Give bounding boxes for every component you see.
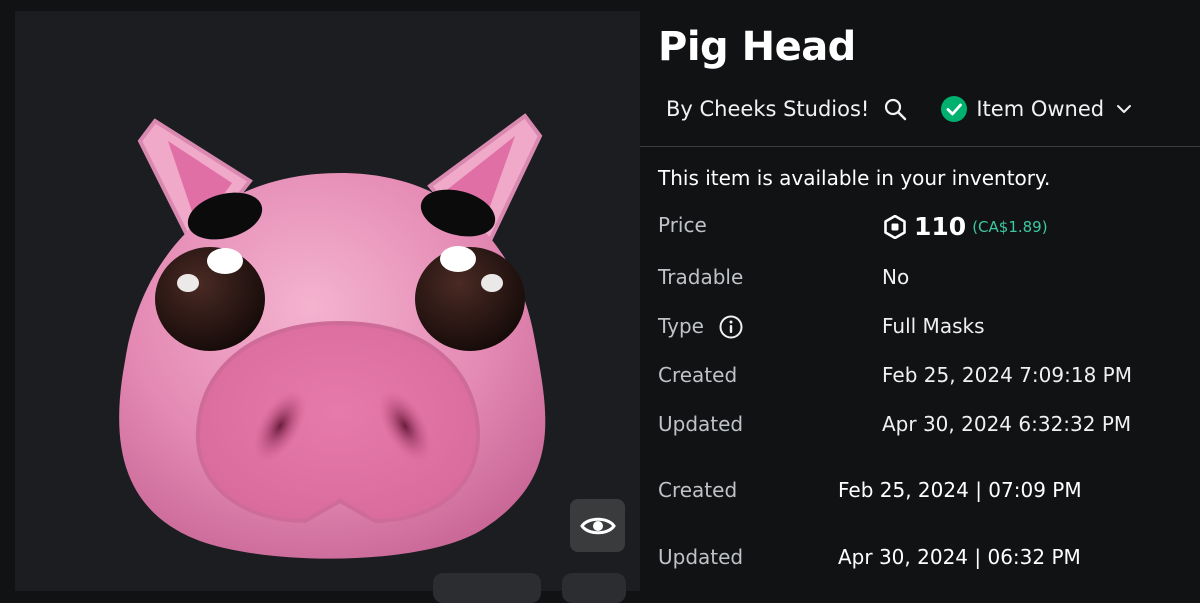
updated-label-2: Updated [658, 545, 744, 569]
view-toggle-button[interactable] [570, 499, 625, 552]
price-converted: (CA$1.89) [972, 217, 1048, 236]
price-label: Price [658, 213, 707, 237]
pig-head-image [119, 113, 546, 559]
divider [640, 146, 1200, 147]
type-value: Full Masks [882, 314, 985, 338]
item-preview [15, 11, 640, 603]
created-label: Created [658, 363, 738, 387]
creator-row: By Cheeks Studios! Item Owned [666, 92, 1132, 126]
price-amount: 110 [914, 212, 967, 241]
eye-icon [579, 514, 616, 538]
tradable-value: No [882, 265, 910, 289]
created-value: Feb 25, 2024 7:09:18 PM [882, 363, 1132, 387]
updated-value: Apr 30, 2024 6:32:32 PM [882, 412, 1132, 436]
item-title: Pig Head [658, 24, 856, 70]
updated-label: Updated [658, 412, 744, 436]
chevron-down-icon[interactable] [1116, 104, 1132, 114]
preview-control-button-2[interactable] [562, 573, 626, 603]
updated-value-2: Apr 30, 2024 | 06:32 PM [838, 545, 1081, 569]
info-icon[interactable] [719, 315, 743, 339]
created-label-2: Created [658, 478, 738, 502]
preview-control-button[interactable] [433, 573, 541, 603]
search-icon[interactable] [883, 97, 907, 121]
type-label: Type [658, 314, 704, 338]
check-circle-icon [941, 96, 968, 122]
creator-link[interactable]: By Cheeks Studios! [666, 97, 869, 121]
robux-icon [884, 214, 906, 239]
owned-status-label[interactable]: Item Owned [976, 97, 1104, 121]
price-value: 110 (CA$1.89) [884, 212, 1048, 241]
created-value-2: Feb 25, 2024 | 07:09 PM [838, 478, 1082, 502]
tradable-label: Tradable [658, 265, 744, 289]
inventory-notice: This item is available in your inventory… [658, 166, 1051, 190]
